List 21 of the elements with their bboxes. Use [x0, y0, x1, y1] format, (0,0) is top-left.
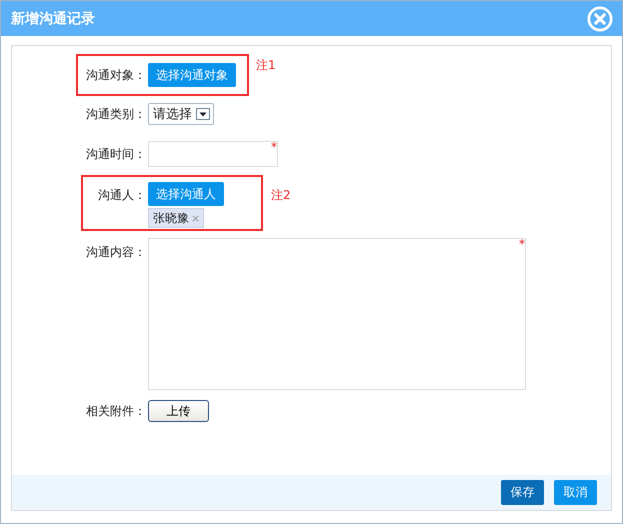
remove-button[interactable]: ×: [191, 212, 200, 224]
field-label: 沟通时间：: [85, 146, 146, 162]
close-icon[interactable]: [587, 6, 613, 32]
input-field[interactable]: [148, 141, 278, 167]
save-button[interactable]: 保存: [501, 480, 544, 505]
annotation-note: 注1: [256, 57, 276, 74]
window-title: 新增沟通记录: [11, 10, 95, 28]
required-mark: *: [519, 237, 525, 251]
field-label: 沟通人：: [97, 187, 146, 204]
dropdown[interactable]: 请选择: [148, 103, 214, 125]
upload-button[interactable]: 上传: [148, 400, 209, 422]
cancel-button[interactable]: 取消: [554, 480, 597, 505]
select-button[interactable]: 选择沟通人: [148, 182, 224, 206]
field-label: 沟通类别：: [85, 106, 146, 122]
annotation-note: 注2: [271, 187, 291, 204]
select-button[interactable]: 选择沟通对象: [148, 63, 236, 87]
field-label: 沟通内容：: [85, 244, 146, 261]
person-name: 张晓豫: [153, 210, 189, 226]
required-mark: *: [271, 140, 277, 154]
field-label: 相关附件：: [85, 402, 146, 420]
field-label: 沟通对象：: [85, 66, 146, 84]
